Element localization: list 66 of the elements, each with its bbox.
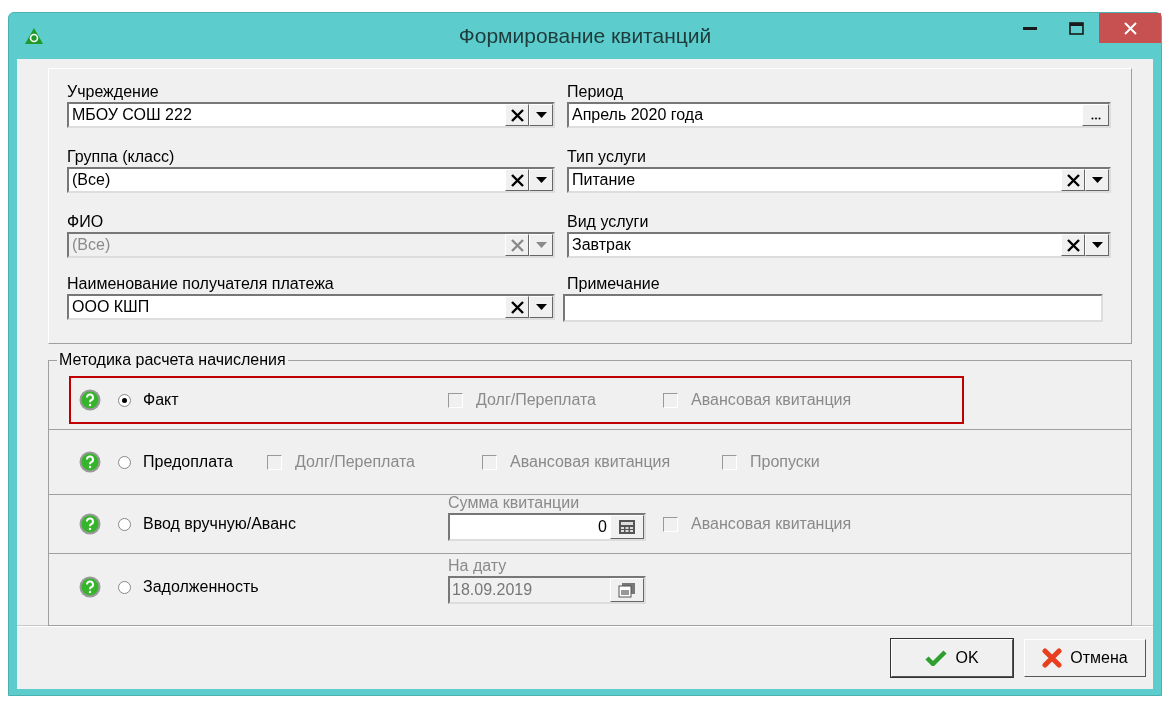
amount-field[interactable]: 0 [448,512,646,541]
cross-icon [1042,648,1063,668]
dropdown-button[interactable] [1085,169,1109,191]
field-label: Тип услуги [567,147,648,167]
field-label: Период [567,82,625,102]
caret-icon [535,112,547,118]
clear-icon [1066,238,1080,252]
window-title: Формирование квитанций [458,24,712,48]
radio-button[interactable] [118,393,131,407]
radio-button[interactable] [118,455,131,469]
ellipsis-button[interactable] [1082,104,1109,126]
help-icon[interactable] [79,576,101,598]
dropdown-button[interactable] [529,169,553,191]
app-logo-icon [24,27,44,45]
clear-button[interactable] [1061,234,1085,256]
field-label: На дату [448,556,508,576]
dropdown-button[interactable] [529,104,553,126]
field-label: ФИО [67,212,105,232]
radio-label[interactable]: Задолженность [143,578,448,596]
radio-label[interactable]: Предоплата [143,453,267,471]
clear-button[interactable] [505,104,529,126]
clear-button[interactable] [505,169,529,191]
clear-icon [510,173,524,187]
combo-box[interactable]: Завтрак [567,232,1111,258]
radio-label[interactable]: Факт [143,391,448,409]
radio-label[interactable]: Ввод вручную/Аванс [143,515,448,533]
close-button[interactable] [1099,13,1161,43]
clear-icon [510,108,524,122]
clear-button[interactable] [1061,169,1085,191]
combo-box[interactable]: (Все) [67,167,555,193]
close-icon [1123,21,1137,35]
cancel-button[interactable]: Отмена [1024,639,1146,677]
combo-box[interactable]: МБОУ СОШ 222 [67,102,555,128]
field-label: Сумма квитанции [448,493,581,513]
dropdown-button[interactable] [529,296,553,318]
help-icon[interactable] [79,389,101,411]
calculator-icon[interactable] [610,514,644,539]
caret-icon [535,242,547,248]
ellipsis-icon [1090,117,1101,120]
group-title: Методика расчета начисления [57,351,288,369]
caret-icon [535,304,547,310]
field-label: Вид услуги [567,212,650,232]
help-icon[interactable] [79,513,101,535]
combo-box[interactable]: ООО КШП [67,294,555,320]
help-icon[interactable] [79,451,101,473]
caret-icon [1091,177,1103,183]
dropdown-button[interactable] [1085,234,1109,256]
minimize-icon [1023,26,1037,30]
caret-icon [1091,242,1103,248]
clear-button[interactable] [505,296,529,318]
note-field[interactable] [563,294,1103,322]
clear-icon [1066,173,1080,187]
field-label: Наименование получателя платежа [67,274,335,294]
radio-button[interactable] [118,580,131,594]
ok-button[interactable]: OK [891,639,1013,677]
checkmark-icon [925,650,948,666]
caret-icon [535,177,547,183]
combo-box[interactable]: Питание [567,167,1111,193]
field-label: Группа (класс) [67,147,176,167]
field-label: Учреждение [67,82,160,102]
clear-icon [510,238,524,252]
radio-button[interactable] [118,517,131,531]
maximize-icon [1068,21,1084,35]
period-field[interactable]: Апрель 2020 года [567,102,1111,128]
clear-icon [510,300,524,314]
field-label: Примечание [567,274,661,294]
